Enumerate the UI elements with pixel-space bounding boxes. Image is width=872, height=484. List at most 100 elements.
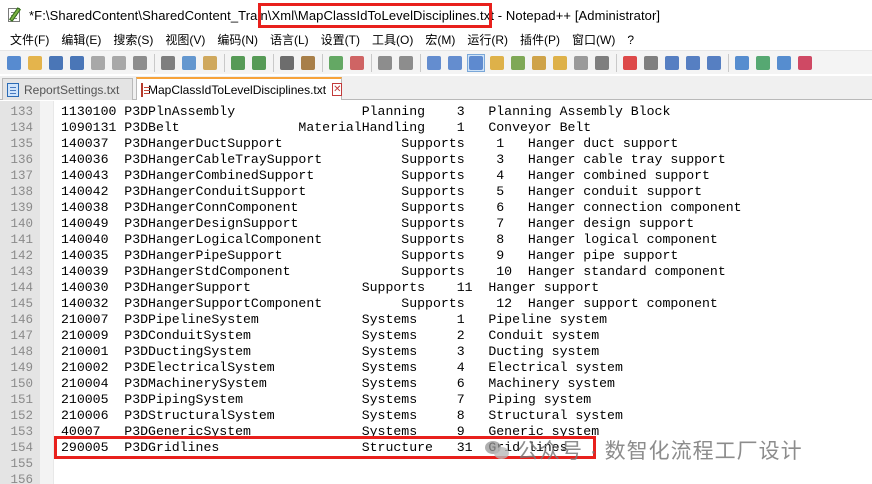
line-text: 140036 P3DHangerCableTraySupport Support… <box>61 152 726 167</box>
menu-item-2[interactable]: 搜索(S) <box>107 30 159 50</box>
editor-line[interactable]: 147 210009 P3DConduitSystem Systems 2 Con… <box>0 328 872 344</box>
folder-as-workspace-button[interactable] <box>551 54 569 72</box>
folder-as-workspace-icon <box>553 55 567 70</box>
tab-label: ReportSettings.txt <box>24 82 120 97</box>
line-number: 143 <box>10 265 33 279</box>
editor-line[interactable]: 135 140037 P3DHangerDuctSupport Supports … <box>0 136 872 152</box>
save-macro-button[interactable] <box>705 54 723 72</box>
toolbar-separator <box>273 53 274 72</box>
editor-line[interactable]: 148 210001 P3DDuctingSystem Systems 3 Duc… <box>0 344 872 360</box>
save-all-button[interactable] <box>68 54 86 72</box>
toolbar-separator <box>322 53 323 72</box>
plugin-c-button[interactable] <box>775 54 793 72</box>
word-wrap-button[interactable] <box>425 54 443 72</box>
editor-line[interactable]: 156 <box>0 472 872 484</box>
editor-line[interactable]: 143 140039 P3DHangerStdComponent Supports… <box>0 264 872 280</box>
menu-item-10[interactable]: 插件(P) <box>514 30 566 50</box>
menu-item-5[interactable]: 语言(L) <box>264 30 315 50</box>
sync-vertical-button[interactable] <box>376 54 394 72</box>
find-button[interactable] <box>278 54 296 72</box>
editor-line[interactable]: 146 210007 P3DPipelineSystem Systems 1 Pi… <box>0 312 872 328</box>
toolbar <box>0 50 872 74</box>
playback-macro-button[interactable] <box>663 54 681 72</box>
editor-line[interactable]: 134 1090131 P3DBelt MaterialHandling 1 Co… <box>0 120 872 136</box>
plugin-a-icon <box>735 55 749 70</box>
editor-line[interactable]: 150 210004 P3DMachinerySystem Systems 6 M… <box>0 376 872 392</box>
menu-item-7[interactable]: 工具(O) <box>366 30 419 50</box>
editor-line[interactable]: 151 210005 P3DPipingSystem Systems 7 Pipi… <box>0 392 872 408</box>
menu-item-6[interactable]: 设置(T) <box>315 30 366 50</box>
record-macro-button[interactable] <box>621 54 639 72</box>
editor-line[interactable]: 145 140032 P3DHangerSupportComponent Supp… <box>0 296 872 312</box>
editor-line[interactable]: 138 140042 P3DHangerConduitSupport Suppor… <box>0 184 872 200</box>
function-list-button[interactable] <box>530 54 548 72</box>
eye-button[interactable] <box>593 54 611 72</box>
menu-item-11[interactable]: 窗口(W) <box>566 30 621 50</box>
run-macro-multiple-icon <box>686 55 700 70</box>
stop-recording-button[interactable] <box>642 54 660 72</box>
plugin-c-icon <box>777 55 791 70</box>
show-all-chars-button[interactable] <box>446 54 464 72</box>
indent-guide-button[interactable] <box>467 53 485 72</box>
paste-icon <box>203 55 217 70</box>
line-text: 210001 P3DDuctingSystem Systems 3 Ductin… <box>61 344 600 359</box>
editor-line[interactable]: 133 1130100 P3DPlnAssembly Planning 3 Pla… <box>0 104 872 120</box>
menu-item-1[interactable]: 编辑(E) <box>55 30 107 50</box>
editor-line[interactable]: 141 140040 P3DHangerLogicalComponent Supp… <box>0 232 872 248</box>
menu-item-8[interactable]: 宏(M) <box>419 30 461 50</box>
line-number: 138 <box>10 185 33 199</box>
editor-line[interactable]: 149 210002 P3DElectricalSystem Systems 4 … <box>0 360 872 376</box>
zoom-in-button[interactable] <box>327 54 345 72</box>
save-icon <box>49 55 63 70</box>
menu-item-12[interactable]: ? <box>621 30 640 50</box>
line-number: 144 <box>10 281 33 295</box>
sync-horizontal-icon <box>399 55 413 70</box>
tab-map-class-id[interactable]: MapClassIdToLevelDisciplines.txt ✕ <box>136 77 343 100</box>
plugin-a-button[interactable] <box>733 54 751 72</box>
editor-line[interactable]: 136 140036 P3DHangerCableTraySupport Supp… <box>0 152 872 168</box>
record-macro-icon <box>623 55 637 70</box>
menu-item-4[interactable]: 编码(N) <box>211 30 264 50</box>
replace-button[interactable] <box>299 54 317 72</box>
document-map-button[interactable] <box>509 54 527 72</box>
save-button[interactable] <box>47 54 65 72</box>
tab-report-settings[interactable]: ReportSettings.txt <box>2 78 133 100</box>
line-number: 152 <box>10 409 33 423</box>
toolbar-separator <box>420 53 421 72</box>
editor-line[interactable]: 142 140035 P3DHangerPipeSupport Supports … <box>0 248 872 264</box>
menu-item-3[interactable]: 视图(V) <box>159 30 211 50</box>
redo-button[interactable] <box>250 54 268 72</box>
close-button[interactable] <box>89 54 107 72</box>
new-file-icon <box>7 55 21 70</box>
monitoring-button[interactable] <box>572 54 590 72</box>
zoom-out-button[interactable] <box>348 54 366 72</box>
editor-line[interactable]: 140 140049 P3DHangerDesignSupport Support… <box>0 216 872 232</box>
close-all-button[interactable] <box>110 54 128 72</box>
plugin-d-button[interactable] <box>796 54 814 72</box>
line-number: 154 <box>10 441 33 455</box>
open-file-button[interactable] <box>26 54 44 72</box>
new-file-button[interactable] <box>5 54 23 72</box>
find-icon <box>280 55 294 70</box>
sync-horizontal-button[interactable] <box>397 54 415 72</box>
undo-button[interactable] <box>229 54 247 72</box>
line-number: 139 <box>10 201 33 215</box>
plugin-b-button[interactable] <box>754 54 772 72</box>
cut-button[interactable] <box>159 54 177 72</box>
user-language-button[interactable] <box>488 54 506 72</box>
show-all-chars-icon <box>448 55 462 70</box>
editor-line[interactable]: 139 140038 P3DHangerConnComponent Support… <box>0 200 872 216</box>
editor-line[interactable]: 144 140030 P3DHangerSupport Supports 11 H… <box>0 280 872 296</box>
editor-area[interactable]: 133 1130100 P3DPlnAssembly Planning 3 Pla… <box>0 101 872 484</box>
print-button[interactable] <box>131 54 149 72</box>
menu-item-9[interactable]: 运行(R) <box>461 30 514 50</box>
run-macro-multiple-button[interactable] <box>684 54 702 72</box>
copy-button[interactable] <box>180 54 198 72</box>
editor-line[interactable]: 137 140043 P3DHangerCombinedSupport Suppo… <box>0 168 872 184</box>
saved-file-icon <box>7 82 19 97</box>
editor-line[interactable]: 152 210006 P3DStructuralSystem Systems 8 … <box>0 408 872 424</box>
menu-item-0[interactable]: 文件(F) <box>4 30 55 50</box>
paste-button[interactable] <box>201 54 219 72</box>
tab-close-icon[interactable]: ✕ <box>332 83 343 96</box>
line-text: 140039 P3DHangerStdComponent Supports 10… <box>61 264 726 279</box>
